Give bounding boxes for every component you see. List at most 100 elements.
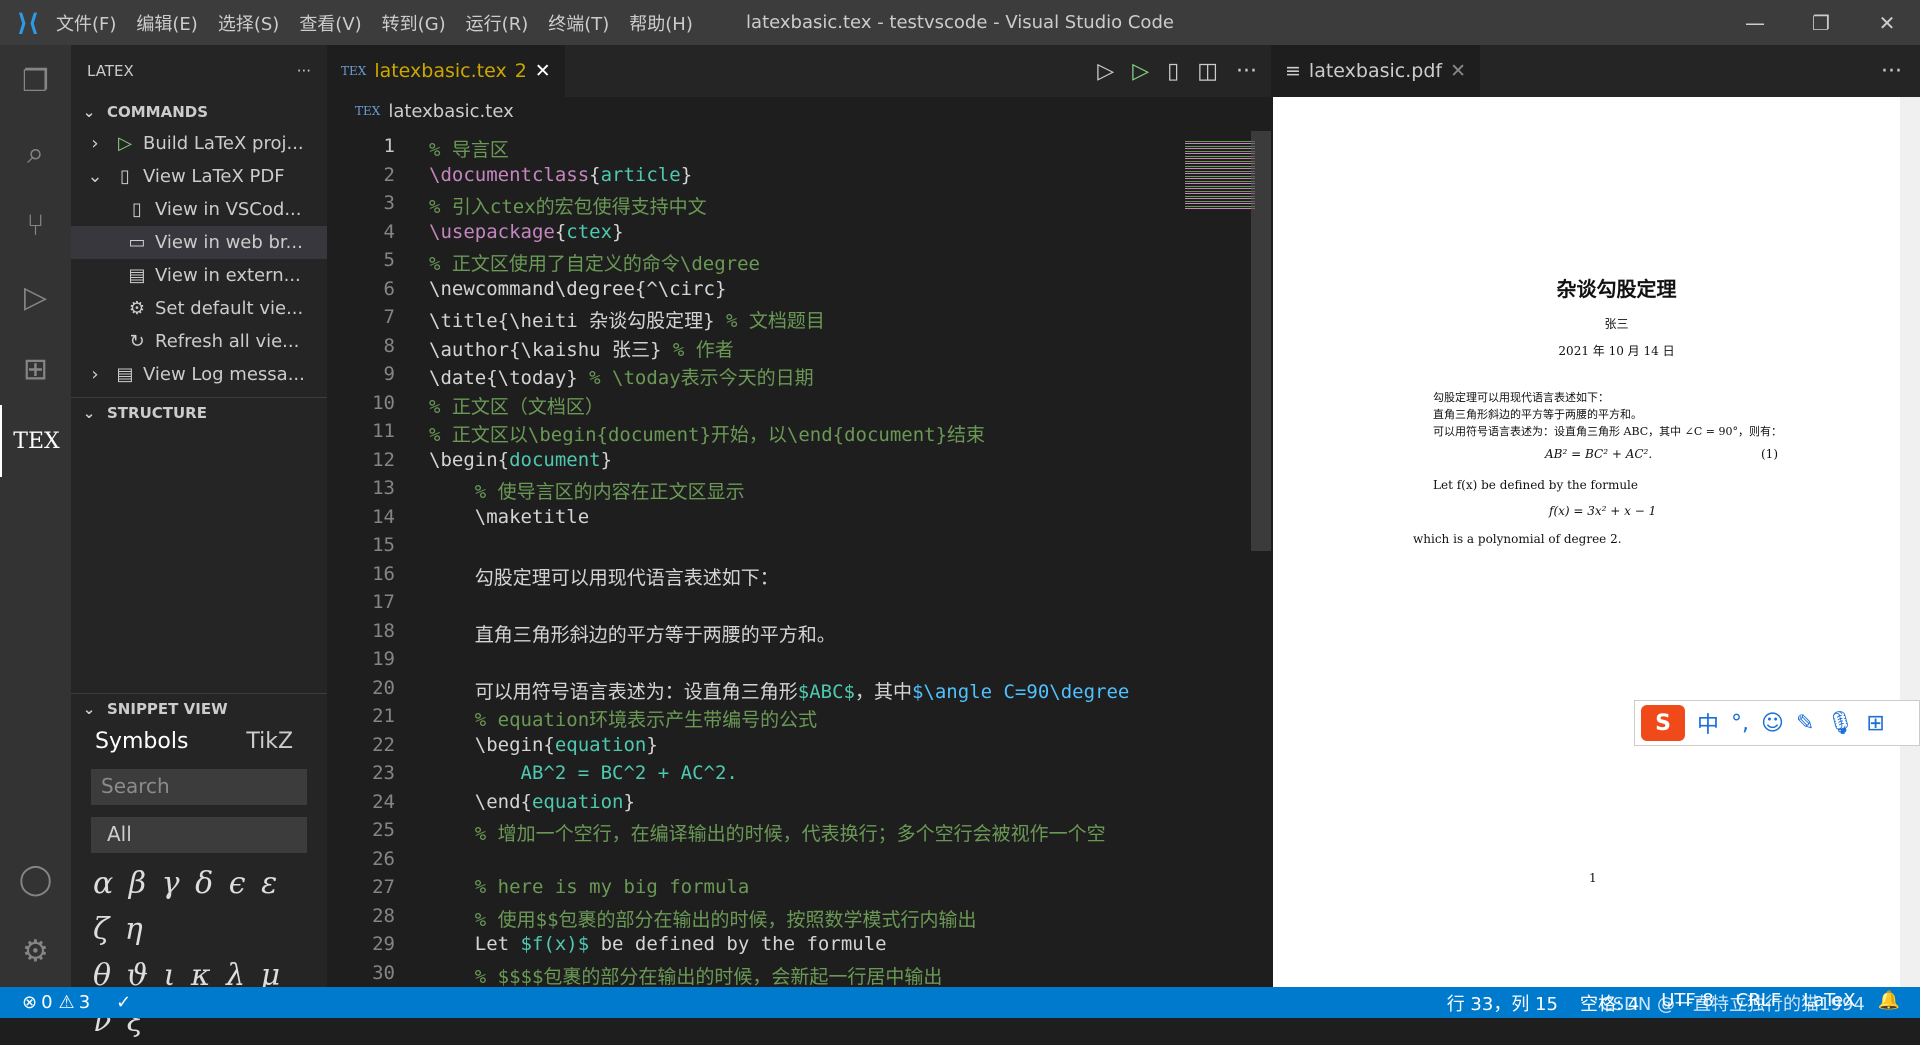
symbol-search-input[interactable]: Search [91,769,307,805]
code-line[interactable]: \maketitle [429,506,589,528]
code-line[interactable]: 直角三角形斜边的平方等于两腰的平方和。 [429,620,836,647]
command-view-in-browser[interactable]: ▭ View in web br... [71,226,327,259]
command-refresh-viewers[interactable]: ↻ Refresh all vie... [71,325,327,358]
item-label: Refresh all vie... [155,331,300,352]
pdf-scrollbar[interactable] [1900,97,1920,987]
menu-file[interactable]: 文件(F) [56,14,116,35]
source-control-icon[interactable]: ⑂ [0,189,71,261]
more-actions-icon[interactable]: ··· [1236,59,1257,84]
menu-go[interactable]: 转到(G) [382,14,446,35]
run-debug-icon[interactable]: ▷ [0,261,71,333]
code-area[interactable]: 1% 导言区 2 \documentclass{article} 3% 引入ctex的… [327,131,1177,987]
close-tab-icon[interactable]: ✕ [1450,60,1466,82]
microphone-icon[interactable]: 🎙 [1826,711,1854,736]
code-line[interactable]: % 增加一个空行，在编译输出的时候，代表换行；多个空行会被视作一个空 [429,819,1106,846]
tab-tikz[interactable]: TikZ [246,729,293,754]
vertical-scrollbar[interactable] [1251,131,1271,551]
tab-latexbasic-tex[interactable]: TEX latexbasic.tex 2 ✕ [327,45,565,97]
menu-edit[interactable]: 编辑(E) [136,14,197,35]
pdf-page[interactable]: 杂谈勾股定理 张三 2021 年 10 月 14 日 勾股定理可以用现代语言表述… [1273,97,1900,987]
command-set-default-viewer[interactable]: ⚙ Set default vie... [71,292,327,325]
command-view-pdf[interactable]: ⌄ ▯ View LaTeX PDF [71,160,327,193]
structure-section-header[interactable]: ⌄ STRUCTURE [71,397,327,427]
ime-toolbar[interactable]: S 中 °, ☺ ✎ 🎙 ⊞ [1634,700,1920,746]
minimap[interactable] [1177,131,1259,987]
code-token: % 导言区 [429,139,509,161]
command-view-external[interactable]: ▤ View in extern... [71,259,327,292]
minimize-icon[interactable]: — [1722,0,1788,45]
commands-section-header[interactable]: ⌄ COMMANDS [71,97,327,127]
snippet-section-header[interactable]: ⌄ SNIPPET VIEW [71,693,327,723]
code-line[interactable]: % 正文区（文档区） [429,392,604,419]
extensions-icon[interactable]: ⊞ [0,333,71,405]
close-tab-icon[interactable]: ✕ [535,60,551,82]
code-line[interactable]: % 导言区 [429,135,509,162]
pen-icon[interactable]: ✎ [1796,711,1814,736]
code-line[interactable]: % 正文区以\begin{document}开始，以\end{document}… [429,420,985,447]
code-line[interactable]: \title{\heiti 杂谈勾股定理} % 文档题目 [429,306,825,333]
symbols-row[interactable]: α β γ δ ϵ ε ζ η [93,861,307,953]
restore-icon[interactable]: ❐ [1788,0,1854,45]
code-token: % 使用$$包裹的部分在输出的时候，按照数学模式行内输出 [474,908,977,931]
command-view-in-vscode[interactable]: ▯ View in VSCod... [71,193,327,226]
code-line[interactable]: \documentclass{article} [429,164,692,186]
emoji-icon[interactable]: ☺ [1761,711,1784,736]
view-pdf-icon[interactable]: ▯ [1167,59,1179,84]
menu-selection[interactable]: 选择(S) [218,14,279,35]
grid-icon[interactable]: ⊞ [1866,711,1884,736]
code-line[interactable]: \begin{document} [429,449,612,471]
tex-file-icon: TEX [355,104,381,118]
category-select[interactable]: All [91,817,307,853]
code-line[interactable]: % here is my big formula [429,876,750,898]
code-line[interactable]: 勾股定理可以用现代语言表述如下： [429,563,779,590]
run-icon[interactable]: ▷ [1097,59,1114,84]
menu-run[interactable]: 运行(R) [466,14,529,35]
error-count[interactable]: 0 [41,992,52,1013]
tab-symbols[interactable]: Symbols [95,729,188,754]
code-line[interactable]: % $$$$包裹的部分在输出的时候，会新起一行居中输出 [429,962,943,988]
command-view-log[interactable]: › ▤ View Log messa... [71,358,327,391]
menu-terminal[interactable]: 终端(T) [548,14,609,35]
menu-help[interactable]: 帮助(H) [629,14,693,35]
pdf-title: 杂谈勾股定理 [1556,277,1677,301]
code-line[interactable]: % 使用$$包裹的部分在输出的时候，按照数学模式行内输出 [429,905,977,932]
breadcrumb[interactable]: TEX latexbasic.tex [327,97,1271,125]
notifications-icon[interactable]: 🔔 [1878,990,1900,1016]
more-actions-icon[interactable]: ··· [1881,59,1902,84]
code-line[interactable]: \author{\kaishu 张三} % 作者 [429,335,734,362]
code-line[interactable]: AB^2 = BC^2 + AC^2. [429,762,738,784]
code-line[interactable]: \date{\today} % \today表示今天的日期 [429,363,814,390]
code-line[interactable]: \begin{equation} [429,734,658,756]
code-line[interactable]: 可以用符号语言表述为：设直角三角形$ABC$，其中$\angle C=90\de… [429,677,1130,704]
ime-mode[interactable]: 中 [1697,707,1719,739]
more-actions-icon[interactable]: ··· [297,62,311,80]
tex-icon[interactable]: TEX [0,405,71,477]
browser-icon: ▭ [128,232,146,253]
check-icon[interactable]: ✓ [116,992,131,1013]
command-build[interactable]: › ▷ Build LaTeX proj... [71,127,327,160]
error-icon[interactable]: ⊗ [22,992,37,1013]
warning-icon[interactable]: ⚠ [59,992,75,1013]
warning-count[interactable]: 3 [79,992,90,1013]
code-line[interactable]: % equation环境表示产生带编号的公式 [429,705,817,732]
settings-gear-icon[interactable]: ⚙ [0,915,71,987]
close-window-icon[interactable]: ✕ [1854,0,1920,45]
cursor-position[interactable]: 行 33，列 15 [1447,990,1558,1016]
tab-latexbasic-pdf[interactable]: ≡ latexbasic.pdf ✕ [1271,45,1480,97]
editor-group: TEX latexbasic.tex 2 ✕ ▷ ▷ ▯ ◫ ··· TEX latexbasi… [327,45,1271,987]
code-token: % here is my big formula [474,876,750,898]
search-icon[interactable]: ⌕ [0,117,71,189]
account-icon[interactable]: ◯ [0,843,71,915]
code-line[interactable]: Let $f(x)$ be defined by the formule [429,933,887,955]
code-line[interactable]: \newcommand\degree{^\circ} [429,278,726,300]
explorer-icon[interactable]: ❐ [0,45,71,117]
build-icon[interactable]: ▷ [1132,59,1149,84]
code-line[interactable]: \usepackage{ctex} [429,221,624,243]
ime-punctuation[interactable]: °, [1731,711,1749,736]
split-editor-icon[interactable]: ◫ [1197,59,1218,84]
code-line[interactable]: % 正文区使用了自定义的命令\degree [429,249,760,276]
code-line[interactable]: % 引入ctex的宏包使得支持中文 [429,192,707,219]
code-line[interactable]: % 使导言区的内容在正文区显示 [429,477,745,504]
menu-view[interactable]: 查看(V) [299,14,361,35]
code-line[interactable]: \end{equation} [429,791,635,813]
